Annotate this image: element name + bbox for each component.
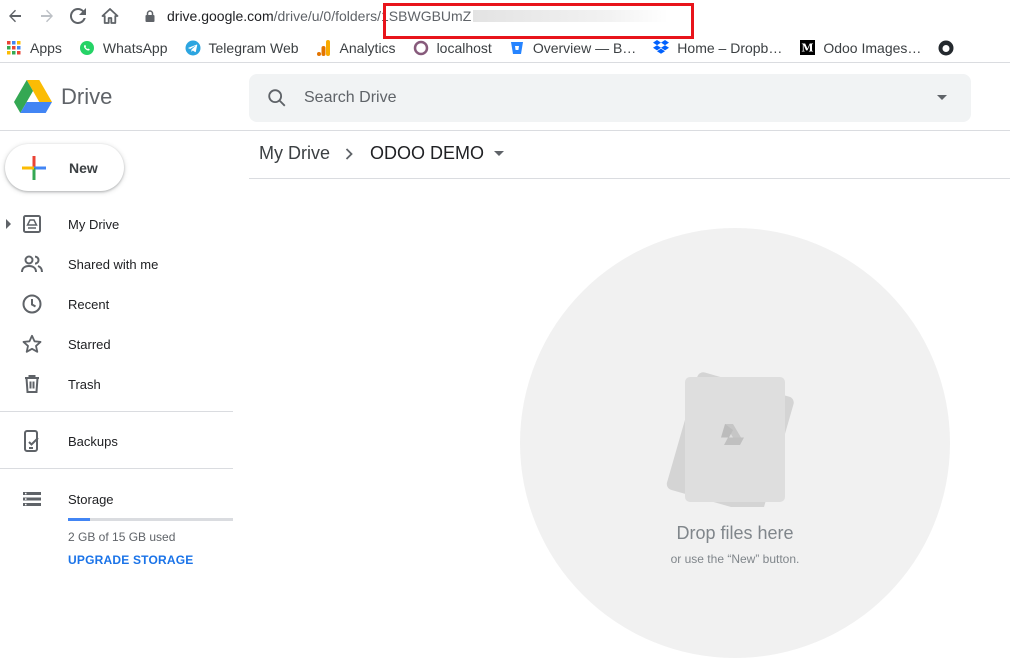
sidebar-item-recent[interactable]: Recent (0, 288, 233, 320)
sidebar-item-shared-with-me[interactable]: Shared with me (0, 248, 233, 280)
search-options-dropdown-icon[interactable] (937, 95, 947, 100)
sidebar-item-trash[interactable]: Trash (0, 368, 233, 400)
bitbucket-icon (509, 40, 525, 56)
main-divider (249, 178, 1010, 179)
sidebar-divider (0, 411, 233, 412)
storage-progress-bar (68, 518, 233, 521)
bookmark-label: Home – Dropb… (677, 39, 783, 56)
bookmark-telegram[interactable]: Telegram Web (185, 40, 299, 56)
bookmark-label: Overview — B… (532, 39, 637, 56)
bookmark-label: Apps (30, 39, 62, 56)
apps-grid-icon (6, 40, 22, 56)
home-icon (101, 8, 119, 24)
sidebar-item-label: Starred (68, 336, 111, 352)
analytics-icon (316, 39, 332, 56)
home-button[interactable] (100, 6, 120, 26)
sidebar-item-storage[interactable]: Storage (0, 483, 233, 515)
bookmark-label: localhost (436, 39, 492, 56)
bookmark-label: WhatsApp (102, 39, 168, 56)
forward-button[interactable] (37, 6, 57, 26)
bookmark-analytics[interactable]: Analytics (316, 39, 396, 56)
medium-icon: M (799, 40, 815, 56)
sidebar-item-label: My Drive (68, 216, 120, 232)
sidebar-item-my-drive[interactable]: My Drive (0, 208, 233, 240)
colored-plus-icon (22, 155, 46, 180)
search-box[interactable]: Search Drive (249, 74, 971, 122)
bookmarks-bar: Apps WhatsApp Telegram Web Analytics loc… (0, 33, 1010, 63)
folder-menu-dropdown-icon[interactable] (494, 151, 505, 156)
drop-files-illustration-icon (666, 372, 794, 507)
bookmark-whatsapp[interactable]: WhatsApp (79, 40, 168, 56)
localhost-icon (413, 40, 429, 56)
breadcrumb-my-drive[interactable]: My Drive (259, 143, 330, 164)
storage-progress-fill (68, 518, 90, 521)
header-divider (0, 130, 1010, 131)
bookmark-odoo-images[interactable]: M Odoo Images… (799, 40, 921, 56)
lock-icon (145, 10, 155, 22)
bookmark-label: Telegram Web (208, 39, 299, 56)
sidebar-item-label: Shared with me (68, 256, 159, 272)
reload-button[interactable] (68, 6, 88, 26)
storage-icon (21, 488, 43, 510)
chevron-right-icon (345, 147, 353, 160)
breadcrumb-current-folder[interactable]: ODOO DEMO (370, 143, 484, 164)
browser-toolbar: drive.google.com/drive/u/0/folders/1SBWG… (0, 0, 1010, 39)
bookmark-github[interactable] (938, 40, 962, 56)
bookmark-dropbox[interactable]: Home – Dropb… (653, 40, 782, 56)
trash-icon (21, 373, 43, 395)
clock-icon (21, 293, 43, 315)
sidebar-divider (0, 468, 233, 469)
reload-icon (70, 8, 86, 24)
new-button-label: New (69, 159, 98, 176)
arrow-right-icon (41, 9, 53, 23)
back-button[interactable] (5, 6, 25, 26)
bookmark-label: Analytics (339, 39, 396, 56)
bookmark-bitbucket[interactable]: Overview — B… (509, 40, 636, 56)
backups-icon (21, 430, 43, 452)
sidebar-item-label: Recent (68, 296, 110, 312)
bookmark-label: Odoo Images… (823, 39, 922, 56)
search-icon[interactable] (266, 87, 288, 109)
sidebar-item-starred[interactable]: Starred (0, 328, 233, 360)
bookmark-localhost[interactable]: localhost (413, 40, 492, 56)
url-path: /drive/u/0/folders/ (273, 8, 382, 24)
sidebar-item-label: Trash (68, 376, 101, 392)
breadcrumb: My Drive ODOO DEMO (259, 143, 505, 164)
svg-text:M: M (801, 42, 813, 55)
search-input[interactable]: Search Drive (304, 89, 396, 107)
sidebar-item-label: Backups (68, 433, 118, 449)
sidebar-item-backups[interactable]: Backups (0, 425, 233, 457)
whatsapp-icon (79, 40, 95, 56)
telegram-icon (185, 40, 201, 56)
expand-arrow-icon[interactable] (6, 219, 11, 229)
new-button[interactable]: New (5, 144, 124, 191)
sidebar-item-label: Storage (68, 491, 114, 507)
shared-icon (21, 253, 43, 275)
arrow-left-icon (9, 9, 21, 23)
my-drive-icon (21, 213, 43, 235)
drop-files-title: Drop files here (676, 523, 794, 543)
storage-used-text: 2 GB of 15 GB used (68, 530, 176, 544)
url-host: drive.google.com (167, 8, 274, 24)
drop-files-subtitle: or use the “New” button. (670, 552, 800, 566)
github-icon (938, 40, 954, 56)
dropbox-icon (653, 40, 670, 56)
star-icon (21, 333, 43, 355)
drive-logo-text: Drive (61, 84, 113, 109)
bookmark-apps[interactable]: Apps (6, 40, 62, 56)
drive-logo[interactable]: Drive (14, 80, 112, 114)
upgrade-storage-link[interactable]: UPGRADE STORAGE (68, 553, 193, 567)
google-drive-logo-icon (14, 80, 52, 113)
